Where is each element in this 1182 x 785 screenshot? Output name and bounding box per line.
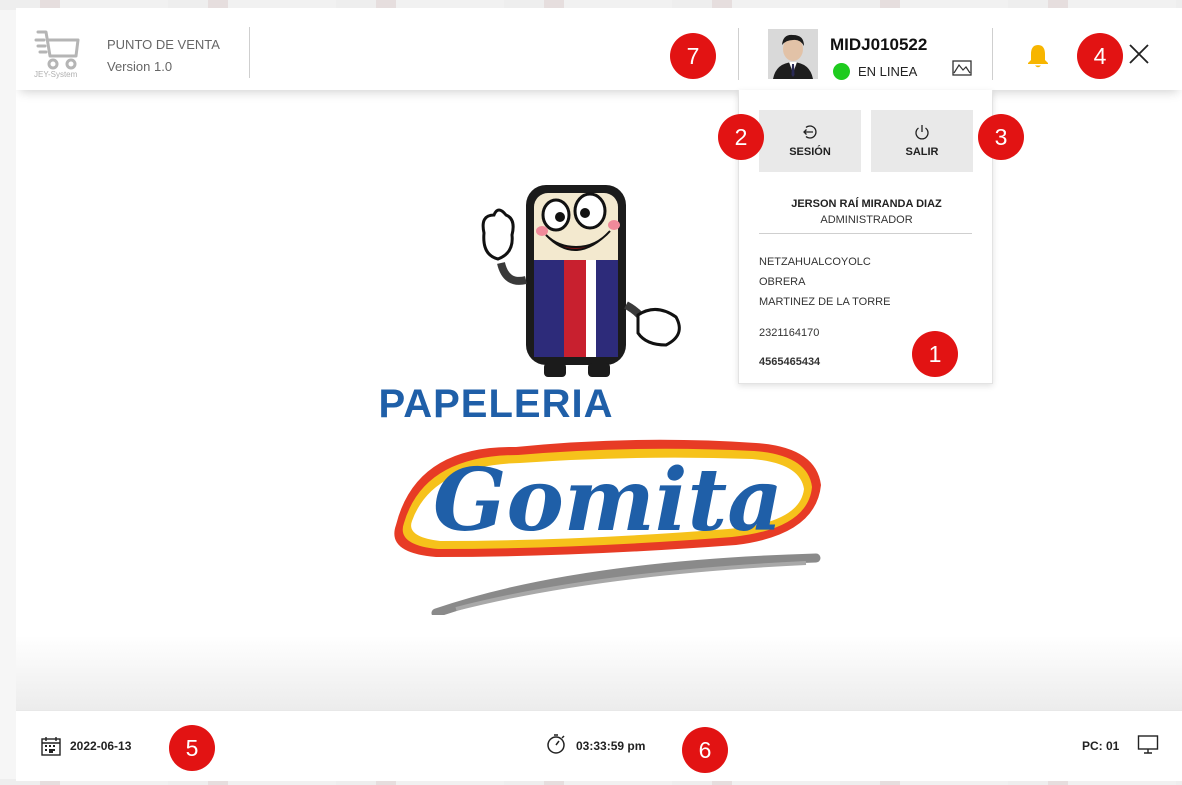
annotation-badge-2: 2: [718, 114, 764, 160]
stopwatch-icon: [547, 734, 565, 754]
calendar-icon: [41, 737, 61, 756]
user-location: NETZAHUALCOYOLC: [759, 256, 871, 268]
session-button-label: SESIÓN: [789, 146, 831, 158]
user-area: OBRERA: [759, 276, 806, 288]
annotation-badge-3: 3: [978, 114, 1024, 160]
shopping-cart-icon: [34, 30, 80, 70]
app-title: PUNTO DE VENTA: [107, 37, 220, 52]
annotation-badge-5: 5: [169, 725, 215, 771]
app-version: Version 1.0: [107, 59, 173, 74]
online-status-icon: [833, 63, 850, 80]
power-icon: [915, 125, 929, 140]
user-photo-icon: [768, 29, 818, 79]
annotation-badge-7: 7: [670, 33, 716, 79]
header-bar: JEY-System PUNTO DE VENTA Version 1.0 7 …: [16, 8, 1182, 90]
user-number: 4565465434: [759, 356, 821, 368]
pos-app-window: JEY-System PUNTO DE VENTA Version 1.0 7 …: [16, 8, 1182, 781]
user-street: MARTINEZ DE LA TORRE: [759, 296, 891, 308]
annotation-badge-1: 1: [912, 331, 958, 377]
user-avatar[interactable]: [768, 29, 818, 79]
annotation-badge-4: 4: [1077, 33, 1123, 79]
exit-button-label: SALIR: [905, 146, 939, 158]
logo-gomita-text: Gomita: [433, 450, 783, 551]
user-role: ADMINISTRADOR: [820, 214, 913, 226]
exit-button[interactable]: SALIR: [871, 110, 973, 172]
logout-arrow-icon: [803, 125, 817, 139]
user-full-name: JERSON RAÍ MIRANDA DIAZ: [791, 198, 942, 210]
footer-date: 2022-06-13: [70, 739, 132, 753]
session-button[interactable]: SESIÓN: [759, 110, 861, 172]
logo-papeleria-text: PAPELERIA: [379, 382, 614, 426]
annotation-badge-6: 6: [682, 727, 728, 773]
user-phone: 2321164170: [759, 327, 820, 339]
notification-bell-icon[interactable]: [1026, 43, 1050, 69]
header-divider: [738, 28, 739, 80]
header-divider: [249, 27, 250, 78]
user-id: MIDJ010522: [830, 35, 928, 54]
brand-subtitle: JEY-System: [34, 70, 78, 79]
close-icon[interactable]: [1128, 43, 1150, 65]
footer-time: 03:33:59 pm: [576, 739, 646, 753]
footer-pc: PC: 01: [1082, 739, 1120, 753]
footer-bar: 2022-06-13 5 03:33:59 pm 6 PC: 01: [16, 710, 1182, 781]
user-dropdown-panel: SESIÓN SALIR JERSON RAÍ MIRANDA DIAZ ADM…: [738, 90, 993, 384]
header-divider: [992, 28, 993, 80]
main-content: PAPELERIA Gomita: [16, 90, 1182, 710]
online-status-label: EN LINEA: [858, 64, 918, 79]
monitor-icon: [1137, 735, 1159, 754]
dropdown-divider: [759, 233, 972, 234]
image-icon[interactable]: [952, 60, 972, 76]
